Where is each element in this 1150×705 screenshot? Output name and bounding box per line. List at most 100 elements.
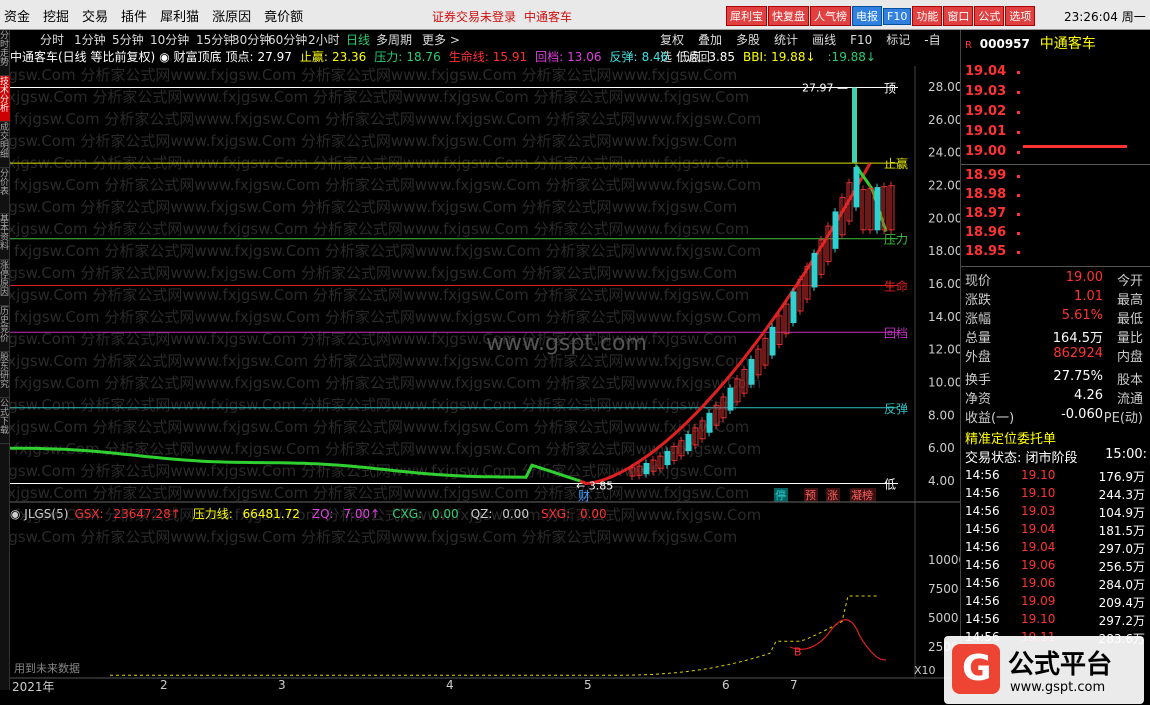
bid-price[interactable]: 18.99: [965, 168, 1006, 183]
tick-volume: 256.5万: [1098, 560, 1145, 574]
tick-volume: 297.2万: [1098, 614, 1145, 628]
menu-item[interactable]: 涨原因: [212, 10, 251, 25]
tool-button[interactable]: 复权: [660, 33, 684, 47]
left-tab[interactable]: 分价表: [0, 168, 10, 214]
quote-value: 5.61%: [1061, 308, 1103, 323]
indicator-number: 18.76: [406, 50, 441, 64]
tick-time: 14:56: [965, 486, 1000, 500]
sub-number: 0.00: [498, 507, 529, 521]
indicator-label: 压力:: [374, 50, 403, 64]
period-tab[interactable]: 30分钟: [232, 31, 271, 48]
tick-time: 14:56: [965, 594, 1000, 608]
toolbar-button[interactable]: 窗口: [943, 6, 974, 26]
left-tab[interactable]: 分时走势: [0, 30, 10, 76]
indicator-name[interactable]: ◉ 财富顶底: [159, 50, 221, 64]
menu-item[interactable]: 竟价额: [264, 10, 303, 25]
notice-text: 中通客车: [524, 10, 573, 24]
toolbar-buttons: 犀利宝 快复盘 人气榜 电报 F10 功能 窗口 公式 选项: [726, 6, 1036, 26]
watermark-text: fxjgsw.Com 分析家公式网www.fxjgsw.Com 分析家公式网ww…: [10, 418, 749, 436]
period-tab[interactable]: 60分钟: [268, 31, 307, 48]
indicator-number: 13.06: [567, 50, 602, 64]
indicator-number: 27.97: [257, 50, 292, 64]
toolbar-button[interactable]: 电报: [852, 6, 882, 26]
left-tab[interactable]: 历史竞价: [0, 306, 10, 352]
period-tab[interactable]: 10分钟: [150, 31, 189, 48]
level-label: 反弹: [884, 402, 908, 416]
ask-price[interactable]: 19.03: [965, 84, 1006, 99]
left-tab[interactable]: 涨停原因: [0, 260, 10, 306]
toolbar-button[interactable]: 选项: [1005, 6, 1036, 26]
quote-label: 涨跌: [965, 293, 992, 308]
period-tab[interactable]: 更多 >: [422, 31, 460, 48]
period-tab[interactable]: 多周期: [376, 31, 412, 48]
period-tab[interactable]: 日线: [346, 31, 370, 48]
sub-value: ZQ: 7.00↑: [312, 507, 386, 521]
left-tab[interactable]: 股东研究: [0, 352, 10, 398]
bid-price[interactable]: 18.96: [965, 225, 1006, 240]
bid-price[interactable]: 18.97: [965, 206, 1006, 221]
price-tick: 6.00: [928, 441, 955, 455]
period-tab[interactable]: 分时: [40, 31, 64, 48]
left-tab[interactable]: 技术分析: [0, 76, 10, 122]
menu-item[interactable]: 资金: [4, 10, 30, 25]
r-badge: R: [965, 40, 972, 51]
tick-volume: 244.3万: [1098, 488, 1145, 502]
ask-price[interactable]: 19.02: [965, 104, 1006, 119]
menu-item[interactable]: 挖掘: [43, 10, 69, 25]
sub-indicator-info: ◉ JLGS(5) GSX: 23647.28↑ 压力线: 66481.72 ZQ: …: [10, 505, 619, 522]
tool-button[interactable]: F10: [850, 33, 872, 47]
bid-price[interactable]: 18.95: [965, 244, 1006, 259]
toolbar-button[interactable]: 快复盘: [768, 6, 809, 26]
top-candle: [852, 87, 857, 163]
ask-price[interactable]: 19.04: [965, 64, 1006, 79]
sub-label: 压力线:: [192, 507, 233, 521]
menu-item[interactable]: 犀利猫: [160, 10, 199, 25]
login-notice: 证券交易未登录 中通客车: [432, 8, 580, 25]
sub-label: ZQ:: [311, 507, 334, 521]
tick-time: 14:56: [965, 504, 1000, 518]
menu-item[interactable]: 交易: [82, 10, 108, 25]
menu-item[interactable]: 插件: [121, 10, 147, 25]
period-tab[interactable]: 5分钟: [112, 31, 144, 48]
left-tab[interactable]: 公式下载: [0, 398, 10, 444]
toolbar-button[interactable]: 人气榜: [810, 6, 851, 26]
bid-price[interactable]: 18.98: [965, 187, 1006, 202]
tool-button[interactable]: 统计: [774, 33, 798, 47]
candle-body: [748, 358, 755, 385]
precise-order-title[interactable]: 精准定位委托单: [965, 428, 1056, 447]
quote-label: 收益(一): [965, 411, 1015, 426]
toolbar-button[interactable]: 功能: [912, 6, 943, 26]
indicator-label: 生命线:: [448, 50, 489, 64]
indicator-value: 低点: 3.85: [676, 50, 739, 64]
period-tab[interactable]: 2小时: [308, 31, 340, 48]
toolbar-button[interactable]: F10: [883, 8, 912, 25]
indicator-label: 止赢:: [299, 50, 328, 64]
candle-body: [769, 326, 776, 356]
toolbar-button[interactable]: 犀利宝: [726, 6, 767, 26]
tick-row: 14:56 19.03 104.9万: [965, 504, 1147, 522]
kline-chart[interactable]: fxjgsw.Com 分析家公式网www.fxjgsw.Com 分析家公式网ww…: [10, 66, 960, 686]
candle-body: [811, 252, 818, 288]
signal-marker: 预: [805, 489, 816, 502]
quote-value: 164.5万: [1052, 331, 1103, 346]
tool-button[interactable]: 标记: [886, 33, 910, 47]
ask-price[interactable]: 19.01: [965, 124, 1006, 139]
price-tick: 28.00: [928, 80, 960, 94]
tool-button[interactable]: 多股: [736, 33, 760, 47]
ask-price[interactable]: 19.00: [965, 144, 1006, 159]
ask-bar: [1017, 151, 1020, 154]
tool-button[interactable]: 画线: [812, 33, 836, 47]
indicator-value: 顶点: 27.97: [225, 50, 295, 64]
tick-price: 19.10: [1021, 468, 1056, 482]
quote-value: 1.01: [1074, 289, 1103, 304]
sub-unit: X10: [914, 664, 936, 677]
period-tab[interactable]: 1分钟: [74, 31, 106, 48]
period-tab[interactable]: 15分钟: [196, 31, 235, 48]
left-tab[interactable]: 基本资料: [0, 214, 10, 260]
tick-time: 14:56: [965, 558, 1000, 572]
toolbar-button[interactable]: 公式: [974, 6, 1005, 26]
level-label: 低: [884, 477, 896, 491]
tool-button[interactable]: 叠加: [698, 33, 722, 47]
left-tab[interactable]: 成交明细: [0, 122, 10, 168]
center-watermark: www.gspt.com: [486, 331, 647, 356]
